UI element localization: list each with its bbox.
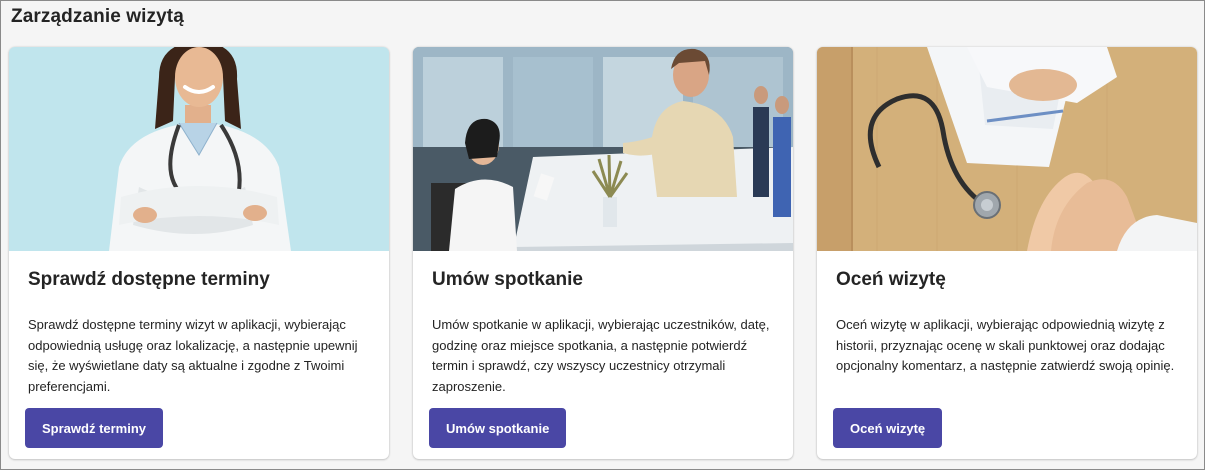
card-title: Umów spotkanie (432, 269, 583, 290)
check-availability-button[interactable]: Sprawdź terminy (25, 408, 164, 448)
doctor-photo (9, 47, 389, 251)
rate-visit-button[interactable]: Oceń wizytę (833, 408, 943, 448)
meeting-photo (413, 47, 793, 251)
desk-photo (817, 47, 1197, 251)
card-title: Oceń wizytę (836, 269, 946, 290)
app-frame: Zarządzanie wizytą Sprawdź dostępne term… (0, 0, 1205, 470)
card-title: Sprawdź dostępne terminy (28, 269, 270, 290)
card-description: Sprawdź dostępne terminy wizyt w aplikac… (28, 317, 358, 394)
card-schedule-meeting: Umów spotkanie Umów spotkanie w aplikacj… (413, 47, 793, 459)
card-rate-visit: Oceń wizytę Oceń wizytę w aplikacji, wyb… (817, 47, 1197, 459)
schedule-meeting-button[interactable]: Umów spotkanie (429, 408, 567, 448)
section-title: Zarządzanie wizytą (11, 6, 184, 27)
card-check-availability: Sprawdź dostępne terminy Sprawdź dostępn… (9, 47, 389, 459)
card-description: Oceń wizytę w aplikacji, wybierając odpo… (836, 317, 1175, 373)
card-description: Umów spotkanie w aplikacji, wybierając u… (432, 317, 770, 394)
